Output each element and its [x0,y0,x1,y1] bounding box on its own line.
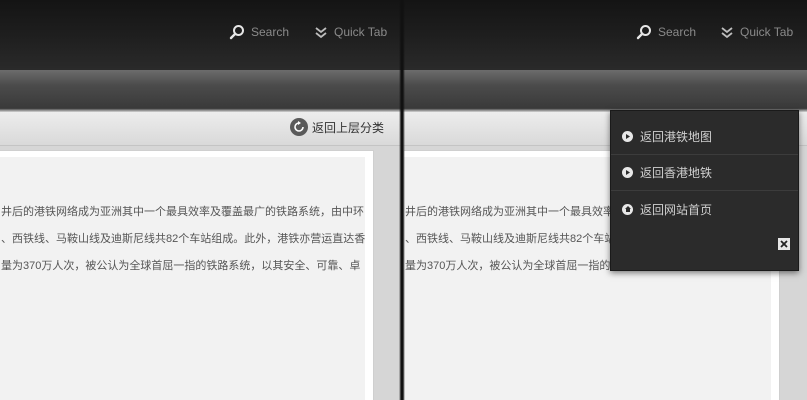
content-body: 井后的港铁网络成为亚洲其中一个最具效率及覆盖最广的铁路系统，由中环 、西铁线、马… [0,157,365,400]
sub-nav-strip: 返回上层分类 [0,112,404,146]
menu-item-home[interactable]: 返回网站首页 [611,191,798,227]
quick-tab-dropdown: 返回港铁地图 返回香港地铁 返回网站首页 [610,110,799,271]
search-label: Search [251,25,290,39]
menu-item-label: 返回港铁地图 [640,130,713,144]
search-link[interactable]: Search [636,22,696,42]
search-label: Search [658,25,697,39]
content-card: 井后的港铁网络成为亚洲其中一个最具效率及覆盖最广的铁路系统，由中环 、西铁线、马… [0,150,374,400]
refresh-icon [289,118,308,136]
paragraph-line: 、西铁线、马鞍山线及迪斯尼线共82个车站 [405,233,616,245]
category-band [404,70,807,108]
quick-tab-label: Quick Tab [740,25,794,39]
paragraph-line: 量为370万人次，被公认为全球首屈一指的铁路系统，以其安全、可靠、卓 [1,260,361,272]
search-icon [229,25,244,40]
left-panel: Search Quick Tab 返回上层分类 井后的港铁网络成为亚洲其中一个最… [0,0,404,400]
home-icon [622,203,633,215]
play-icon [622,167,633,178]
paragraph-line: 井后的港铁网络成为亚洲其中一个最具效率 [405,206,614,218]
top-bar: Search Quick Tab [404,0,807,70]
paragraph-line: 、西铁线、马鞍山线及迪斯尼线共82个车站组成。此外，港铁亦营运直达香 [1,233,366,245]
back-to-parent-label: 返回上层分类 [311,120,384,135]
search-icon [636,25,651,40]
panel-divider [399,0,405,400]
quick-tab-label: Quick Tab [334,25,388,39]
double-chevron-down-icon [721,27,733,39]
paragraph-line: 井后的港铁网络成为亚洲其中一个最具效率及覆盖最广的铁路系统，由中环 [1,206,364,218]
menu-item-label: 返回网站首页 [640,202,713,217]
category-band [0,70,404,108]
top-bar: Search Quick Tab [0,0,404,70]
paragraph-line: 量为370万人次，被公认为全球首屈一指的 [405,260,611,272]
menu-item-label: 返回香港地铁 [640,166,713,180]
double-chevron-down-icon [315,27,327,39]
quick-tab-link[interactable]: Quick Tab [314,22,387,42]
search-link[interactable]: Search [229,22,289,42]
menu-item-mtr-map[interactable]: 返回港铁地图 [611,119,798,155]
back-to-parent-link[interactable]: 返回上层分类 [289,118,384,136]
play-icon [622,131,633,142]
close-icon[interactable] [778,238,790,250]
menu-item-hk-metro[interactable]: 返回香港地铁 [611,155,798,191]
stage: Search Quick Tab 返回上层分类 井后的港铁网络成为亚洲其中一个最… [0,0,807,400]
quick-tab-link[interactable]: Quick Tab [720,22,793,42]
